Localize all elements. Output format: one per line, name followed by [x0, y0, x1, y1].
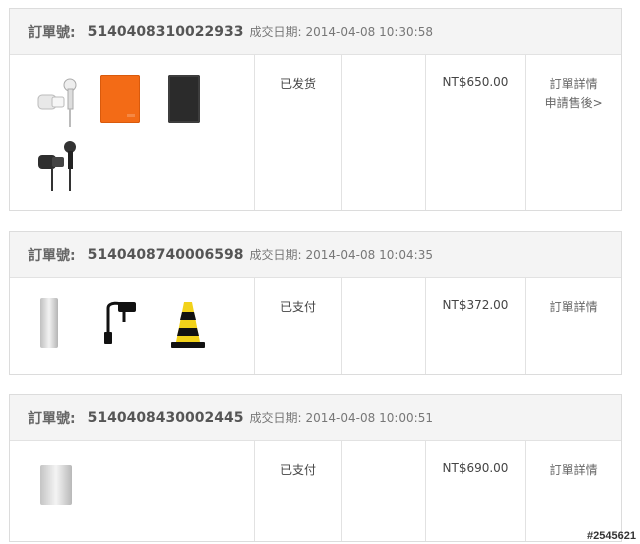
order-header: 訂單號: 5140408740006598 成交日期: 2014-04-08 1… [10, 232, 621, 278]
product-thumbnails [10, 441, 256, 541]
order-blank-cell [342, 55, 426, 210]
order-number: 5140408310022933 [87, 23, 244, 40]
order-number-label: 訂單號: [28, 24, 76, 41]
order-status: 已发货 [255, 55, 342, 210]
order-card: 訂單號: 5140408740006598 成交日期: 2014-04-08 1… [9, 231, 622, 375]
order-details-link[interactable]: 訂單詳情 [526, 298, 621, 317]
order-actions: 訂單詳情 [526, 278, 621, 374]
order-date: 2014-04-08 10:04:35 [305, 247, 433, 262]
product-thumbnails [10, 55, 256, 210]
order-date: 2014-04-08 10:30:58 [305, 24, 433, 39]
order-status: 已支付 [255, 278, 342, 374]
silver-power-bank-image[interactable] [40, 298, 58, 348]
order-body: 已支付 NT$690.00 訂單詳情 [10, 441, 621, 541]
order-number: 5140408740006598 [87, 246, 244, 263]
order-body: 已发货 NT$650.00 訂單詳情 申請售後> [10, 55, 621, 210]
after-sales-link[interactable]: 申請售後> [526, 94, 621, 113]
order-header: 訂單號: 5140408430002445 成交日期: 2014-04-08 1… [10, 395, 621, 441]
order-details-link[interactable]: 訂單詳情 [526, 461, 621, 480]
order-price: NT$650.00 [426, 55, 527, 210]
order-card: 訂單號: 5140408430002445 成交日期: 2014-04-08 1… [9, 394, 622, 542]
order-header: 訂單號: 5140408310022933 成交日期: 2014-04-08 1… [10, 9, 621, 55]
order-date-label: 成交日期: [249, 25, 302, 39]
order-date-label: 成交日期: [249, 248, 302, 262]
black-earphones-image[interactable] [32, 137, 82, 193]
order-card: 訂單號: 5140408310022933 成交日期: 2014-04-08 1… [9, 8, 622, 211]
order-blank-cell [342, 278, 426, 374]
traffic-cone-image[interactable] [168, 300, 208, 350]
order-date-label: 成交日期: [249, 411, 302, 425]
order-blank-cell [342, 441, 426, 541]
white-earphones-image[interactable] [32, 73, 82, 129]
order-price: NT$690.00 [426, 441, 527, 541]
product-thumbnails [10, 278, 256, 374]
order-date: 2014-04-08 10:00:51 [305, 410, 433, 425]
otg-cable-image[interactable] [98, 300, 144, 348]
black-tablet-case-image[interactable] [168, 75, 200, 123]
order-number-label: 訂單號: [28, 247, 76, 264]
order-number: 5140408430002445 [87, 409, 244, 426]
order-price: NT$372.00 [426, 278, 527, 374]
watermark: #2545621 [587, 530, 636, 542]
order-status: 已支付 [255, 441, 342, 541]
silver-power-bank-image[interactable] [40, 465, 72, 505]
order-actions: 訂單詳情 [526, 441, 621, 541]
order-details-link[interactable]: 訂單詳情 [526, 75, 621, 94]
order-number-label: 訂單號: [28, 410, 76, 427]
order-actions: 訂單詳情 申請售後> [526, 55, 621, 210]
order-body: 已支付 NT$372.00 訂單詳情 [10, 278, 621, 374]
orange-battery-cover-image[interactable] [100, 75, 140, 123]
